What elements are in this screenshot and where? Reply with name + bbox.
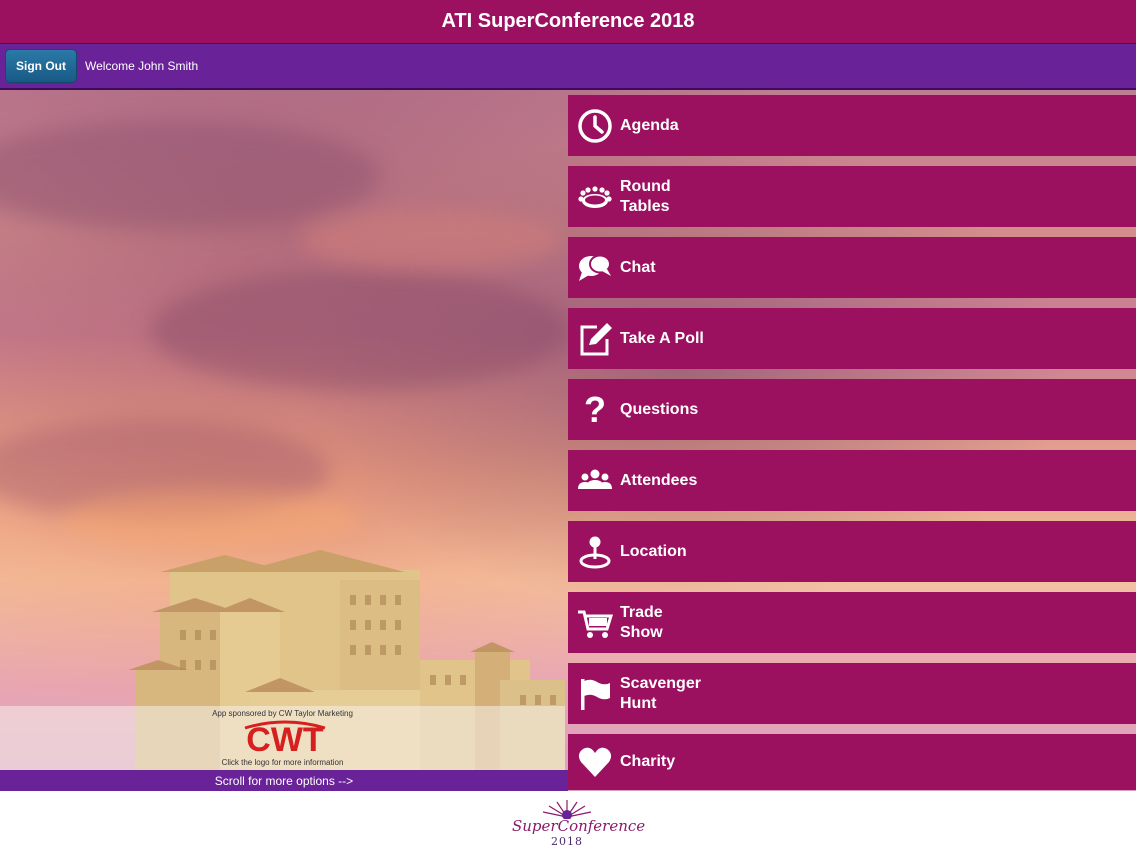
sponsor-caption: App sponsored by CW Taylor Marketing [212, 709, 353, 718]
menu-item-label: Trade Show [620, 603, 663, 641]
menu-item-questions[interactable]: ? Questions [568, 379, 1136, 440]
superconference-logo: SuperConference 2018 [512, 795, 646, 851]
question-mark-icon: ? [575, 390, 615, 430]
welcome-text: Welcome John Smith [85, 59, 199, 73]
menu-item-agenda[interactable]: Agenda [568, 95, 1136, 156]
menu-item-label: Location [620, 542, 687, 560]
menu-item-trade-show[interactable]: Trade Show [568, 592, 1136, 653]
round-table-icon [575, 177, 615, 217]
people-icon [575, 461, 615, 501]
menu-item-label: Agenda [620, 116, 679, 134]
menu-item-label: Chat [620, 258, 656, 276]
footer: SuperConference 2018 [0, 791, 1136, 852]
menu-item-label: Attendees [620, 471, 698, 489]
svg-text:CWT: CWT [246, 721, 324, 758]
sponsor-instruction: Click the logo for more information [221, 758, 344, 767]
menu-item-charity[interactable]: Charity [568, 734, 1136, 790]
flag-icon [575, 674, 615, 714]
menu-item-label: Scavenger Hunt [620, 674, 701, 712]
chat-bubbles-icon [575, 248, 615, 288]
menu-item-label: Round Tables [620, 177, 671, 215]
menu-item-round-tables[interactable]: Round Tables [568, 166, 1136, 227]
app-title: ATI SuperConference 2018 [441, 10, 695, 32]
heart-icon [575, 742, 615, 782]
menu-item-chat[interactable]: Chat [568, 237, 1136, 298]
user-bar: Sign Out Welcome John Smith [0, 44, 1136, 90]
scroll-hint-text: Scroll for more options --> [214, 773, 354, 788]
sign-out-button[interactable]: Sign Out [5, 49, 77, 83]
menu-item-label: Questions [620, 400, 699, 418]
menu-item-location[interactable]: Location [568, 521, 1136, 582]
app-title-bar: ATI SuperConference 2018 [0, 0, 1136, 44]
shopping-cart-icon [575, 603, 615, 643]
menu-item-label: Take A Poll [620, 329, 704, 347]
cwt-logo[interactable]: CWT [240, 718, 330, 758]
map-pin-icon [575, 532, 615, 572]
svg-text:?: ? [584, 392, 606, 428]
menu-item-label: Charity [620, 753, 676, 770]
edit-poll-icon [575, 319, 615, 359]
scroll-hint-bar: Scroll for more options --> [0, 770, 568, 791]
clock-icon [575, 106, 615, 146]
footer-logo-text: SuperConference [512, 817, 646, 835]
menu-item-scavenger-hunt[interactable]: Scavenger Hunt [568, 663, 1136, 724]
sunburst-icon [542, 800, 592, 819]
sponsor-banner[interactable]: App sponsored by CW Taylor Marketing CWT… [0, 706, 565, 770]
menu-item-attendees[interactable]: Attendees [568, 450, 1136, 511]
footer-logo-year: 2018 [551, 835, 583, 848]
menu-item-take-a-poll[interactable]: Take A Poll [568, 308, 1136, 369]
